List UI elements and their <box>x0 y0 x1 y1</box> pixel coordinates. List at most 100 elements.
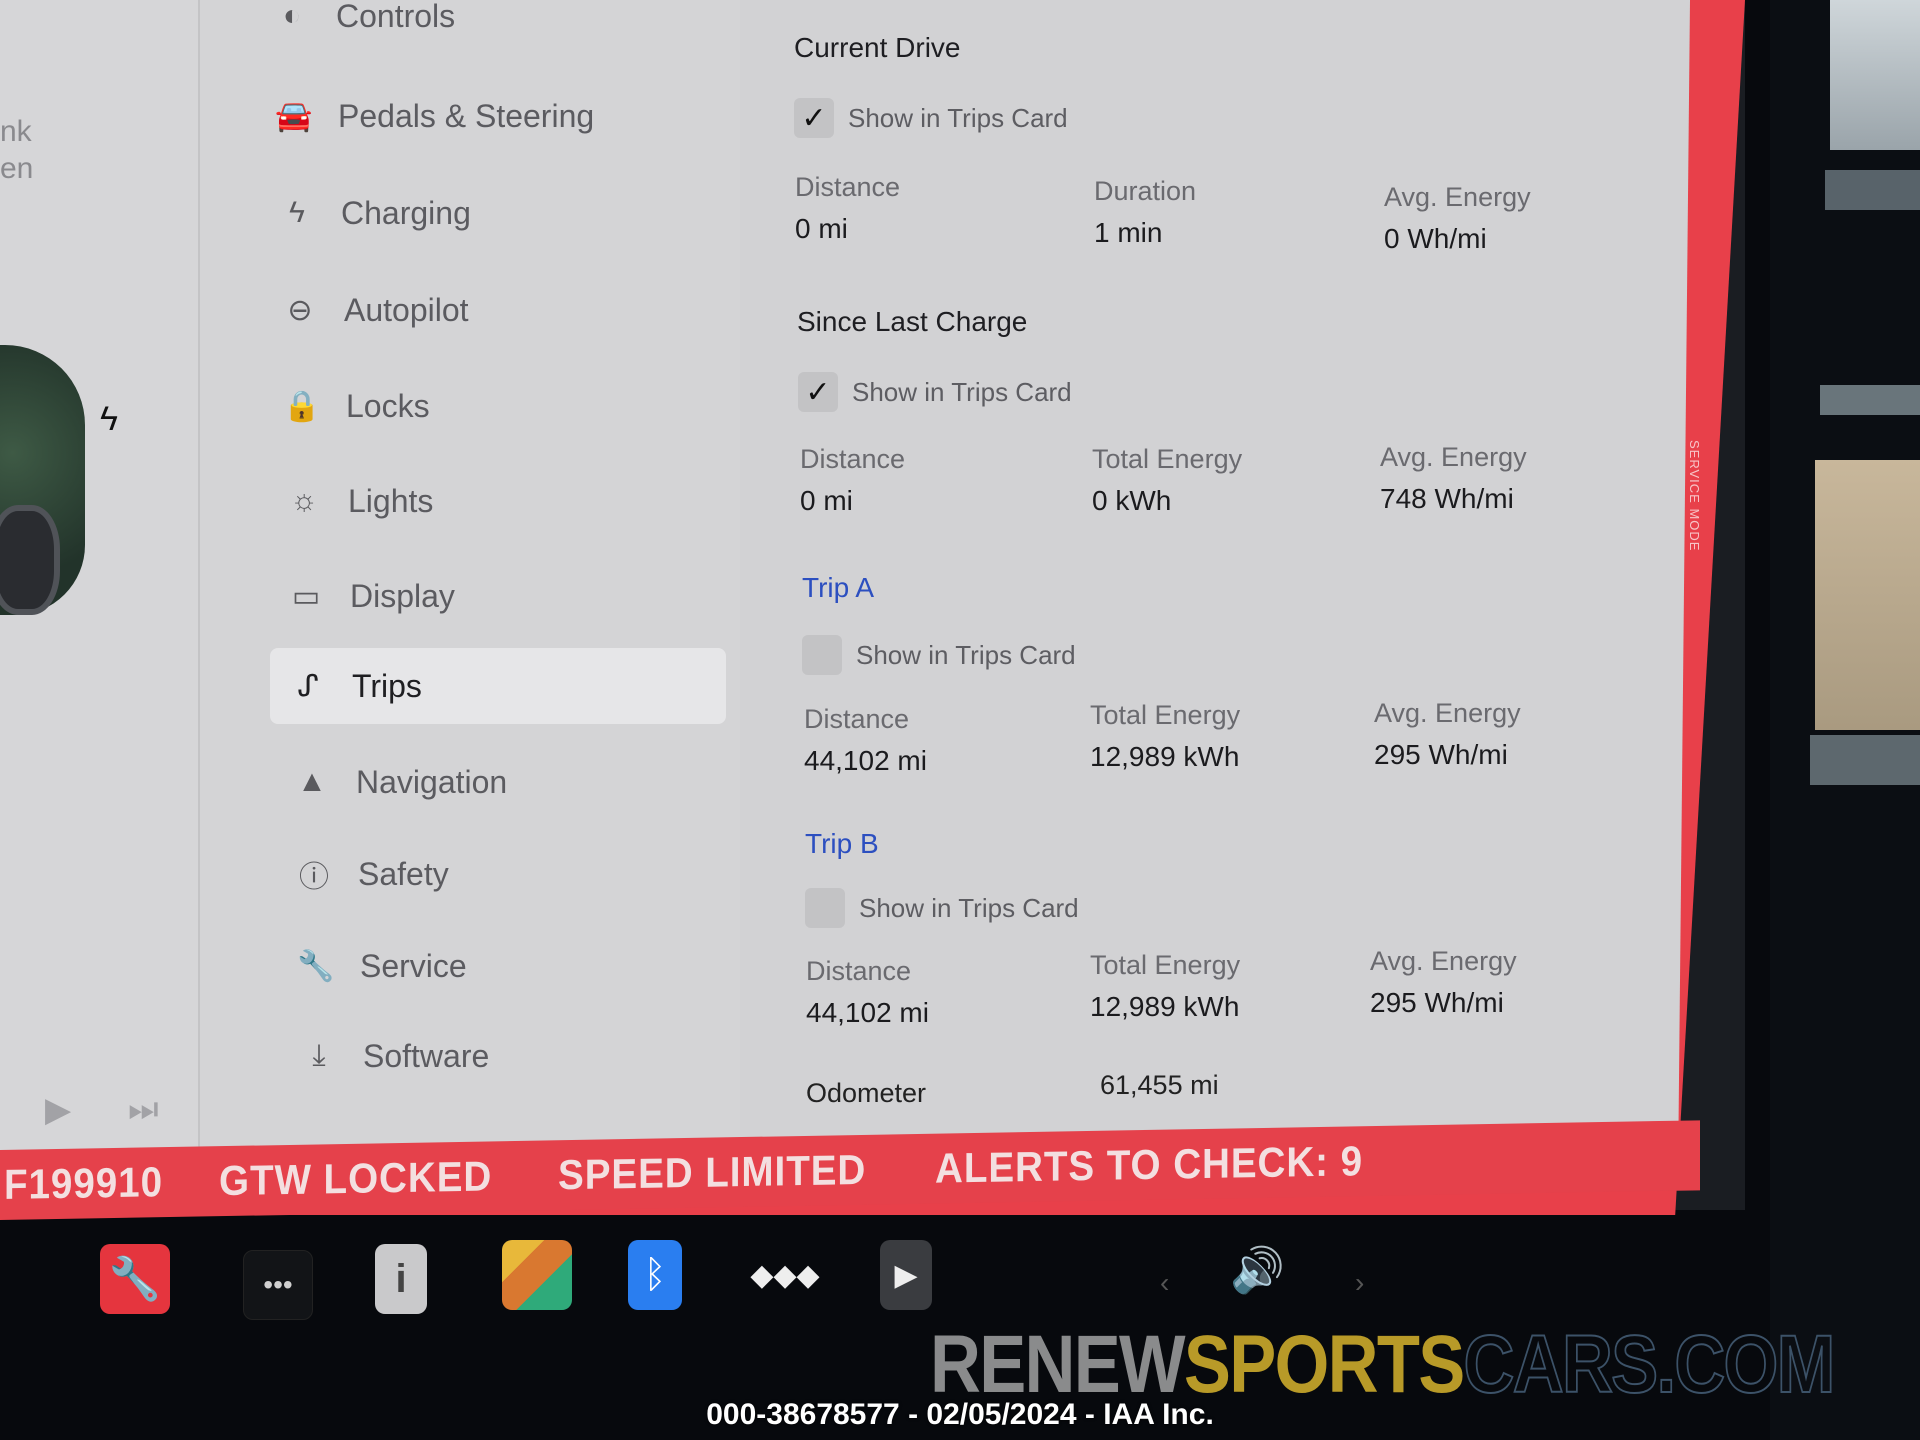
sidebar-item-label: Display <box>350 577 455 614</box>
sidebar-item-controls[interactable]: ◐ Controls <box>270 0 720 54</box>
checkbox-unchecked[interactable] <box>802 635 842 675</box>
sidebar-item-navigation[interactable]: ▲ Navigation <box>290 744 740 820</box>
stat-label: Total Energy <box>1090 950 1241 980</box>
current-drive-show-in-trips-card-checkbox[interactable]: ✓ Show in Trips Card <box>794 98 1068 138</box>
stat-label: Duration <box>1094 176 1197 206</box>
steering-wheel-icon: ⊖ <box>287 293 313 327</box>
stat-value: 0 mi <box>800 485 853 516</box>
trip-a-total-energy: Total Energy 12,989 kWh <box>1090 700 1240 773</box>
volume-down-chevron-icon[interactable]: ‹ <box>1160 1267 1169 1299</box>
checkbox-label: Show in Trips Card <box>852 376 1072 407</box>
charge-port-lightning-icon[interactable]: ϟ <box>100 400 118 439</box>
sidebar-item-label: Autopilot <box>344 291 469 328</box>
watermark-part: SPORTS <box>1183 1319 1465 1410</box>
checkbox-label: Show in Trips Card <box>856 639 1076 670</box>
stat-label: Distance <box>806 956 912 986</box>
stat-value: 1 min <box>1094 217 1163 248</box>
current-drive-distance: Distance 0 mi <box>795 172 900 245</box>
sidebar-item-label: Controls <box>336 0 456 34</box>
sidebar-item-autopilot[interactable]: ⊖ Autopilot <box>278 272 728 348</box>
stat-label: Distance <box>800 444 906 474</box>
trip-a-show-in-trips-card-checkbox[interactable]: Show in Trips Card <box>802 635 1076 675</box>
car-icon: 🚘 <box>275 99 313 133</box>
watermark-part: RENEW <box>930 1319 1186 1410</box>
bluetooth-icon[interactable]: ᛒ <box>628 1240 682 1310</box>
dash-trim <box>1810 735 1920 785</box>
alert-code: F199910 <box>4 1158 163 1208</box>
dash-trim <box>1825 170 1920 210</box>
stat-value: 44,102 mi <box>806 997 929 1028</box>
car-wheel <box>0 505 60 615</box>
trip-a-distance: Distance 44,102 mi <box>804 704 927 777</box>
bottom-dock: 🔧 ••• i ᛒ ◆◆◆ ▶ ‹ 🔊 › <box>0 1222 1745 1322</box>
stat-label: Total Energy <box>1090 700 1241 730</box>
trip-a-reset-link[interactable]: Trip A <box>802 572 874 604</box>
window-snow <box>1830 0 1920 150</box>
trip-b-avg-energy: Avg. Energy 295 Wh/mi <box>1370 946 1517 1019</box>
alert-speed-limited: SPEED LIMITED <box>557 1145 867 1199</box>
service-wrench-icon[interactable]: 🔧 <box>100 1244 170 1314</box>
watermark-part: CARS.COM <box>1463 1318 1837 1411</box>
wood-panel <box>1815 460 1920 730</box>
volume-icon[interactable]: 🔊 <box>1230 1244 1285 1296</box>
sidebar-item-service[interactable]: 🔧 Service <box>294 928 744 1004</box>
trip-b-show-in-trips-card-checkbox[interactable]: Show in Trips Card <box>805 888 1079 928</box>
sidebar-item-software[interactable]: ⤓ Software <box>297 1018 747 1094</box>
sidebar-item-display[interactable]: ▭ Display <box>284 558 734 634</box>
sidebar-item-safety[interactable]: ⓘ Safety <box>292 836 742 912</box>
wrench-icon: 🔧 <box>297 949 335 983</box>
current-drive-avg-energy: Avg. Energy 0 Wh/mi <box>1384 182 1531 255</box>
alert-gtw-locked: GTW LOCKED <box>218 1152 493 1205</box>
dash-trim <box>1820 385 1920 415</box>
sidebar-item-label: Trips <box>352 667 422 704</box>
sidebar-item-pedals-steering[interactable]: 🚘 Pedals & Steering <box>272 78 722 154</box>
owners-manual-icon[interactable]: i <box>375 1244 427 1314</box>
light-bulb-icon: ☼ <box>290 484 318 517</box>
volume-up-chevron-icon[interactable]: › <box>1355 1267 1364 1299</box>
settings-ui: nk en ϟ ▶ ⏭ ◐ Controls 🚘 Pedals & Steeri… <box>0 0 1690 1160</box>
checkbox-label: Show in Trips Card <box>848 102 1068 133</box>
stat-label: Avg. Energy <box>1384 182 1531 212</box>
stat-label: Distance <box>795 172 901 202</box>
sidebar-item-trips[interactable]: ᔑ Trips <box>270 648 726 724</box>
checkbox-label: Show in Trips Card <box>859 892 1079 923</box>
checkmark-icon[interactable]: ✓ <box>798 372 838 412</box>
sidebar-item-label: Safety <box>358 855 449 892</box>
since-last-charge-show-in-trips-card-checkbox[interactable]: ✓ Show in Trips Card <box>798 372 1072 412</box>
lightning-icon: ϟ <box>289 196 305 229</box>
trunk-label-fragment[interactable]: nk <box>0 115 32 149</box>
sidebar-item-label: Software <box>363 1037 490 1074</box>
sidebar-item-locks[interactable]: 🔒 Locks <box>280 368 730 444</box>
sidebar-item-charging[interactable]: ϟ Charging <box>275 175 725 251</box>
car-status-panel: nk en ϟ ▶ ⏭ <box>0 0 200 1160</box>
image-caption: 000-38678577 - 02/05/2024 - IAA Inc. <box>706 1398 1214 1431</box>
checkbox-unchecked[interactable] <box>805 888 845 928</box>
current-drive-duration: Duration 1 min <box>1094 176 1196 249</box>
sidebar-item-label: Charging <box>341 194 471 231</box>
current-drive-title: Current Drive <box>794 32 961 63</box>
tidal-icon[interactable]: ◆◆◆ <box>750 1240 820 1310</box>
toybox-icon[interactable] <box>502 1240 572 1310</box>
sidebar-item-label: Lights <box>348 482 434 519</box>
play-icon[interactable]: ▶ <box>45 1090 71 1130</box>
open-label-fragment[interactable]: en <box>0 152 33 186</box>
sidebar-item-label: Pedals & Steering <box>338 97 595 134</box>
theater-icon[interactable]: ▶ <box>880 1240 932 1310</box>
stat-value: 295 Wh/mi <box>1374 739 1508 770</box>
display-icon: ▭ <box>291 579 321 613</box>
alert-circle-icon: ⓘ <box>299 861 329 894</box>
since-last-charge-avg-energy: Avg. Energy 748 Wh/mi <box>1380 442 1527 515</box>
sidebar-item-label: Service <box>360 947 467 984</box>
skip-next-icon[interactable]: ⏭ <box>128 1090 159 1129</box>
stat-value: 748 Wh/mi <box>1380 483 1514 514</box>
trip-a-avg-energy: Avg. Energy 295 Wh/mi <box>1374 698 1521 771</box>
stat-label: Avg. Energy <box>1374 698 1521 728</box>
trip-b-reset-link[interactable]: Trip B <box>805 828 879 860</box>
checkmark-icon[interactable]: ✓ <box>794 98 834 138</box>
sidebar-item-lights[interactable]: ☼ Lights <box>282 463 732 539</box>
navigation-arrow-icon: ▲ <box>297 765 327 798</box>
more-apps-icon[interactable]: ••• <box>243 1250 313 1320</box>
trip-b-total-energy: Total Energy 12,989 kWh <box>1090 950 1240 1023</box>
alert-count[interactable]: ALERTS TO CHECK: 9 <box>935 1137 1363 1192</box>
since-last-charge-title: Since Last Charge <box>797 306 1028 337</box>
